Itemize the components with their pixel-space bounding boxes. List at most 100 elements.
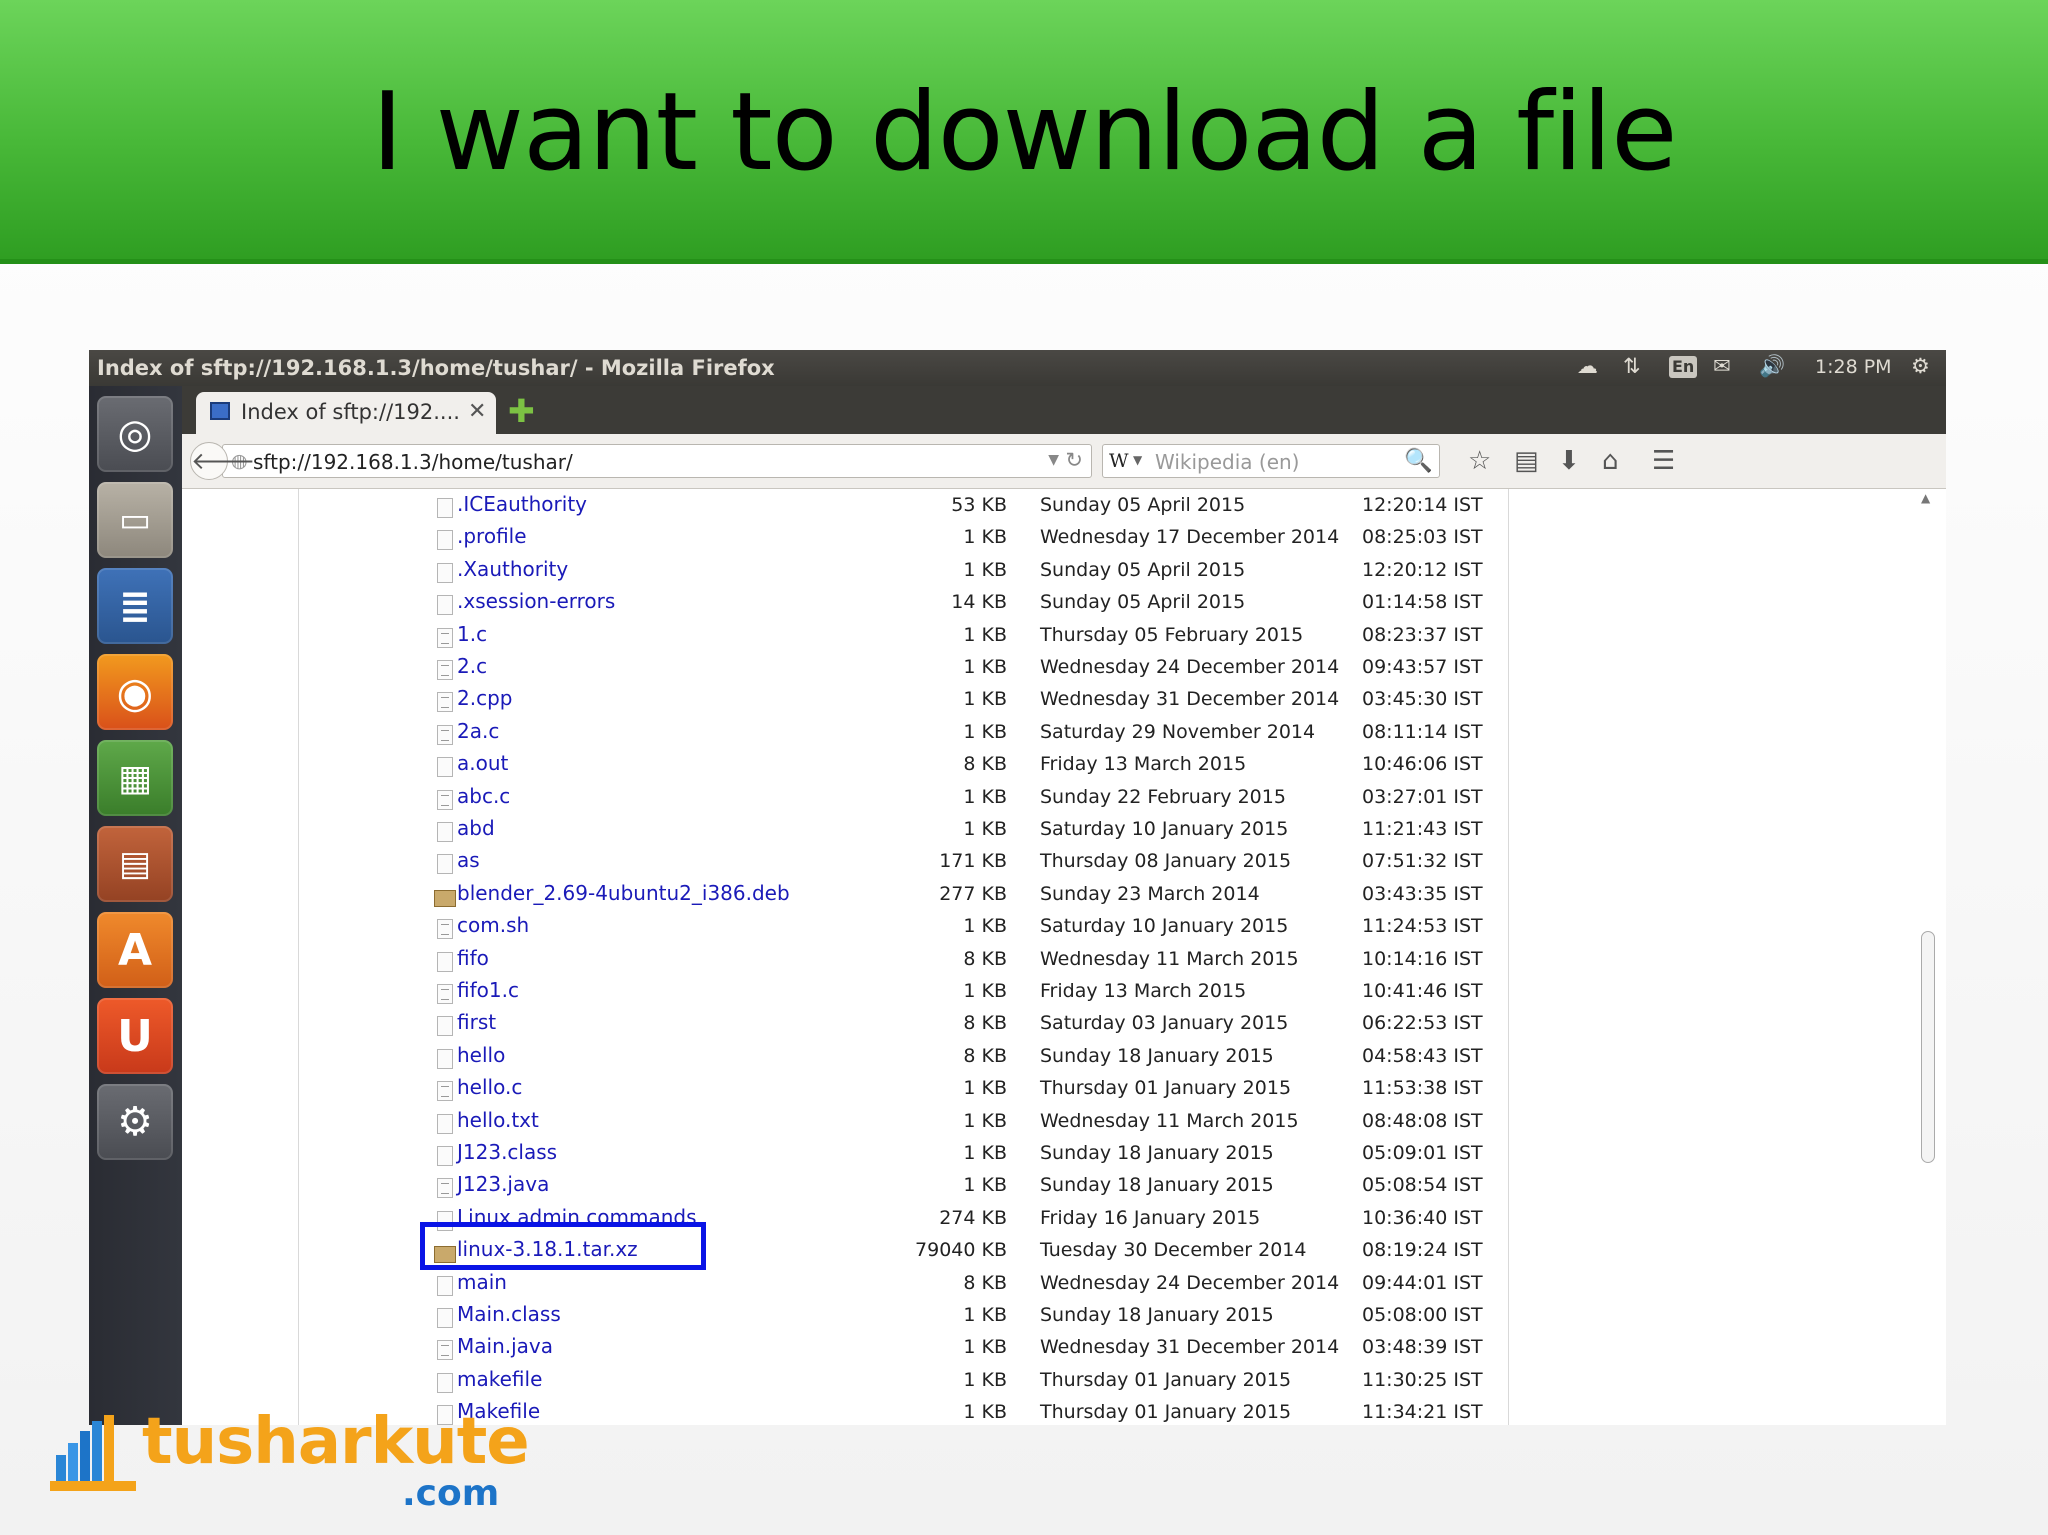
file-link[interactable]: Main.java [457,1334,553,1358]
writer-icon[interactable]: ≣ [97,568,173,644]
blank-file-icon [437,822,453,842]
file-link[interactable]: fifo1.c [457,978,519,1002]
bookmarks-menu-icon[interactable]: ▤ [1514,446,1539,476]
file-row[interactable]: makefile 1 KB Thursday 01 January 2015 11:3… [299,1366,1508,1398]
file-row[interactable]: hello 8 KB Sunday 18 January 2015 04:58:43 … [299,1042,1508,1074]
file-link[interactable]: main [457,1270,507,1294]
file-row[interactable]: 2.c 1 KB Wednesday 24 December 2014 09:43:5… [299,653,1508,685]
file-link[interactable]: a.out [457,751,508,775]
scrollbar[interactable]: ▲ [1918,491,1936,1425]
file-row[interactable]: abd 1 KB Saturday 10 January 2015 11:21:43 … [299,815,1508,847]
file-size: 79040 KB [915,1239,1007,1262]
file-row[interactable]: J123.class 1 KB Sunday 18 January 2015 05:0… [299,1139,1508,1171]
file-time: 03:27:01 IST [1362,785,1483,808]
file-row[interactable]: J123.java 1 KB Sunday 18 January 2015 05:08… [299,1171,1508,1203]
file-row[interactable]: Main.class 1 KB Sunday 18 January 2015 05:0… [299,1301,1508,1333]
file-size: 8 KB [963,1271,1007,1294]
file-time: 08:48:08 IST [1362,1109,1483,1132]
file-row[interactable]: hello.c 1 KB Thursday 01 January 2015 11:53… [299,1074,1508,1106]
search-engine-dropdown-icon[interactable]: ▼ [1133,453,1142,467]
file-time: 10:14:16 IST [1362,947,1483,970]
file-row[interactable]: fifo1.c 1 KB Friday 13 March 2015 10:41:46 … [299,977,1508,1009]
file-row[interactable]: 1.c 1 KB Thursday 05 February 2015 08:23:37… [299,621,1508,653]
file-row[interactable]: .xsession-errors 14 KB Sunday 05 April 201… [299,588,1508,620]
new-tab-plus-icon[interactable]: ✚ [508,392,535,430]
url-dropdown-icon[interactable]: ▼ [1048,452,1059,468]
file-time: 05:09:01 IST [1362,1142,1483,1164]
file-link[interactable]: Main.class [457,1302,561,1326]
volume-icon[interactable]: 🔊 [1759,354,1785,379]
clock[interactable]: 1:28 PM [1815,356,1892,378]
impress-icon[interactable]: ▤ [97,826,173,902]
downloads-icon[interactable]: ⬇ [1558,446,1580,476]
file-link[interactable]: .ICEauthority [457,492,587,516]
system-settings-icon[interactable]: ⚙ [97,1084,173,1160]
scroll-thumb[interactable] [1921,931,1935,1163]
magnifier-icon[interactable]: 🔍 [1404,447,1433,474]
wikipedia-icon[interactable]: W [1109,450,1129,472]
mail-icon[interactable]: ✉ [1713,354,1731,378]
file-link[interactable]: abd [457,816,495,840]
network-icon[interactable]: ⇅ [1623,354,1641,378]
file-link[interactable]: J123.java [457,1172,549,1196]
file-row[interactable]: com.sh 1 KB Saturday 10 January 2015 11:24:… [299,912,1508,944]
ubuntu-one-icon[interactable]: U [97,998,173,1074]
tab-index-of-sftp[interactable]: Index of sftp://192.... ✕ [196,392,496,434]
file-row[interactable]: as 171 KB Thursday 08 January 2015 07:51:32… [299,847,1508,879]
file-link[interactable]: first [457,1010,496,1034]
file-row[interactable]: .Xauthority 1 KB Sunday 05 April 2015 12:20… [299,556,1508,588]
file-date: Wednesday 11 March 2015 [1040,1109,1299,1132]
settings-gear-icon[interactable]: ⚙ [1911,354,1930,378]
scroll-up-arrow-icon[interactable]: ▲ [1921,491,1930,505]
search-bar[interactable]: W ▼ 🔍 [1102,444,1440,478]
url-bar[interactable]: ◍ sftp://192.168.1.3/home/tushar/ ▼ ↻ [222,444,1092,478]
file-row[interactable]: a.out 8 KB Friday 13 March 2015 10:46:06 IS… [299,750,1508,782]
file-link[interactable]: J123.class [457,1140,557,1164]
file-link[interactable]: 1.c [457,622,487,646]
file-size: 1 KB [963,980,1007,1002]
keyboard-layout-indicator[interactable]: En [1669,356,1698,378]
search-input[interactable] [1153,448,1397,476]
url-text[interactable]: sftp://192.168.1.3/home/tushar/ [253,450,573,474]
files-icon[interactable]: ▭ [97,482,173,558]
file-row[interactable]: fifo 8 KB Wednesday 11 March 2015 10:14:16 … [299,945,1508,977]
bookmark-star-icon[interactable]: ☆ [1468,446,1491,476]
file-link[interactable]: fifo [457,946,489,970]
file-link[interactable]: hello.c [457,1075,522,1099]
text-file-icon [437,660,453,680]
file-row[interactable]: 2a.c 1 KB Saturday 29 November 2014 08:11:1… [299,718,1508,750]
back-button[interactable]: 🡐 [190,442,255,480]
file-row[interactable]: main 8 KB Wednesday 24 December 2014 09:44:… [299,1269,1508,1301]
file-link[interactable]: makefile [457,1367,542,1391]
file-row[interactable]: abc.c 1 KB Sunday 22 February 2015 03:27:01… [299,783,1508,815]
software-center-icon[interactable]: A [97,912,173,988]
close-tab-icon[interactable]: ✕ [468,399,486,424]
file-link[interactable]: .xsession-errors [457,589,615,613]
file-link[interactable]: .profile [457,524,527,548]
file-row[interactable]: blender_2.69-4ubuntu2_i386.deb 277 KB Sund… [299,880,1508,912]
file-size: 1 KB [963,1174,1007,1197]
dash-home-icon[interactable]: ◎ [97,396,173,472]
file-row[interactable]: hello.txt 1 KB Wednesday 11 March 2015 08:4… [299,1107,1508,1139]
file-link[interactable]: hello [457,1043,505,1067]
file-link[interactable]: com.sh [457,913,529,937]
file-link[interactable]: 2.c [457,654,487,678]
file-link[interactable]: 2a.c [457,719,499,743]
menu-hamburger-icon[interactable]: ☰ [1652,446,1675,476]
firefox-icon[interactable]: ◉ [97,654,173,730]
reload-icon[interactable]: ↻ [1065,448,1083,472]
file-link[interactable]: blender_2.69-4ubuntu2_i386.deb [457,881,790,905]
cloud-icon[interactable]: ☁ [1577,354,1598,378]
file-link[interactable]: 2.cpp [457,686,512,710]
calc-icon[interactable]: ▦ [97,740,173,816]
file-row[interactable]: .profile 1 KB Wednesday 17 December 2014 08… [299,523,1508,555]
file-link[interactable]: as [457,848,480,872]
file-link[interactable]: abc.c [457,784,510,808]
file-row[interactable]: Main.java 1 KB Wednesday 31 December 2014 0… [299,1333,1508,1365]
file-row[interactable]: first 8 KB Saturday 03 January 2015 06:22:5… [299,1009,1508,1041]
file-row[interactable]: .ICEauthority 53 KB Sunday 05 April 2015 12… [299,491,1508,523]
home-icon[interactable]: ⌂ [1602,446,1619,476]
file-link[interactable]: hello.txt [457,1108,539,1132]
file-link[interactable]: .Xauthority [457,557,568,581]
file-row[interactable]: 2.cpp 1 KB Wednesday 31 December 2014 03:45… [299,685,1508,717]
